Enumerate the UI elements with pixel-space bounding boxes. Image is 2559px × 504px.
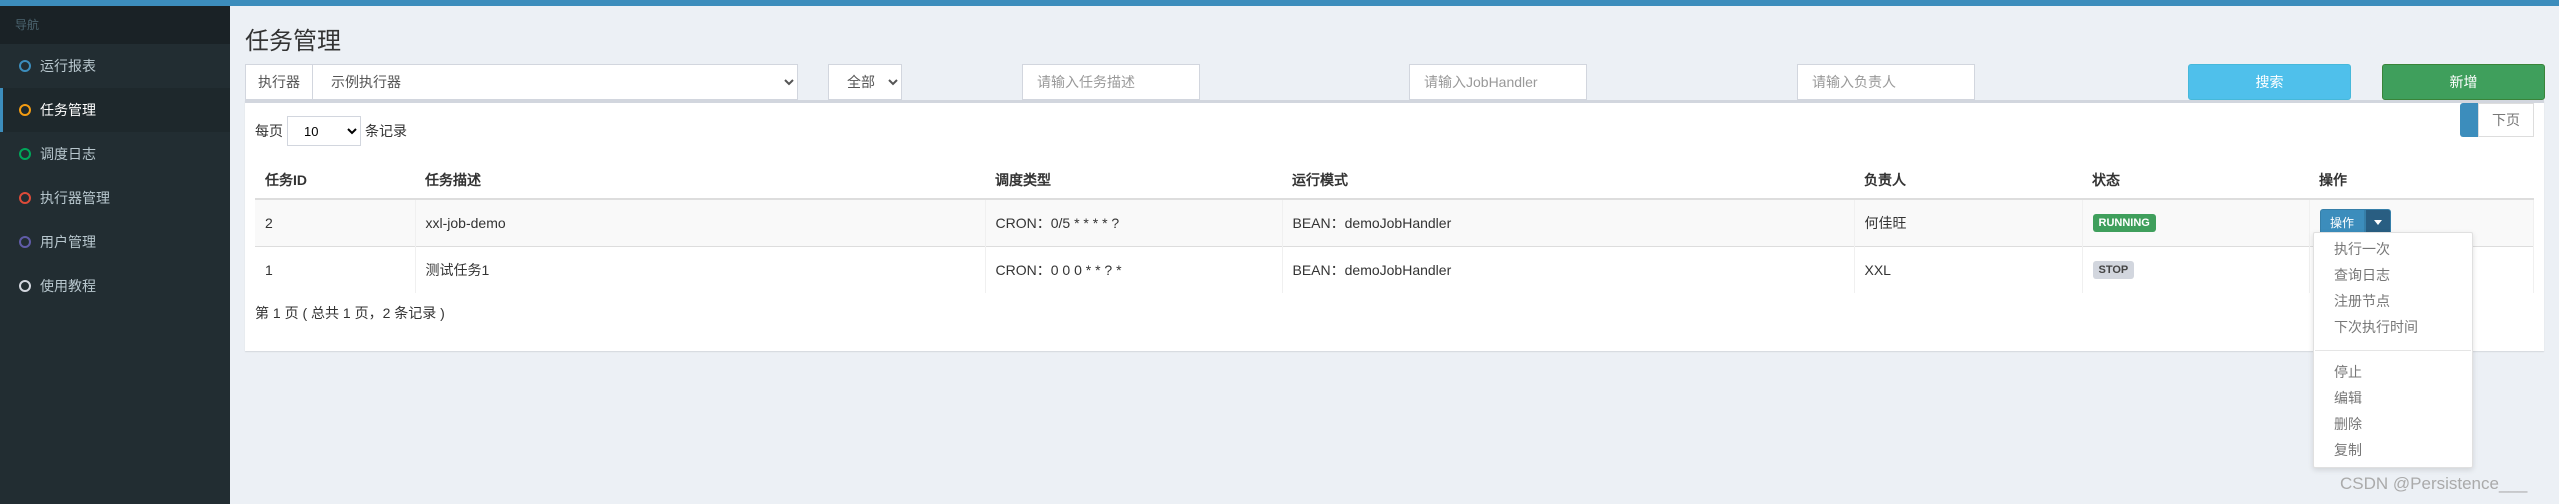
page-title: 任务管理 <box>245 28 341 55</box>
sidebar-item-label: 调度日志 <box>40 146 96 162</box>
add-button[interactable]: 新增 <box>2382 64 2545 100</box>
column-header-mode[interactable]: 运行模式 <box>1282 161 1854 200</box>
menu-item-query-log[interactable]: 查询日志 <box>2334 265 2390 285</box>
pagination-next-button[interactable]: 下页 <box>2478 103 2534 137</box>
sidebar-item-user-manage[interactable]: 用户管理 <box>0 220 230 264</box>
executor-label: 执行器 <box>245 64 313 100</box>
page-length-select[interactable]: 10 <box>287 116 361 146</box>
menu-divider <box>2315 350 2471 351</box>
executor-filter-group: 执行器 示例执行器 <box>245 64 798 100</box>
watermark: CSDN @Persistence___ <box>2340 474 2528 493</box>
circle-icon <box>19 192 31 204</box>
cell-schedule: CRON：0 0 0 * * ? * <box>985 245 1283 293</box>
cell-status: RUNNING <box>2082 198 2310 246</box>
cell-desc: 测试任务1 <box>415 245 986 293</box>
sidebar-item-label: 任务管理 <box>40 102 96 118</box>
sidebar-item-label: 使用教程 <box>40 278 96 294</box>
author-input[interactable] <box>1797 64 1975 100</box>
circle-icon <box>19 104 31 116</box>
sidebar-item-run-report[interactable]: 运行报表 <box>0 44 230 88</box>
main-content: 任务管理 执行器 示例执行器 全部 搜索 新增 每页 10 条记录 任务ID 任… <box>230 6 2559 504</box>
sidebar-item-task-manage[interactable]: 任务管理 <box>0 88 230 132</box>
cell-mode: BEAN：demoJobHandler <box>1282 198 1855 246</box>
sidebar-item-label: 运行报表 <box>40 58 96 74</box>
menu-item-run-once[interactable]: 执行一次 <box>2334 239 2390 259</box>
menu-item-copy[interactable]: 复制 <box>2334 440 2362 460</box>
column-header-schedule[interactable]: 调度类型 <box>985 161 1282 200</box>
job-desc-input[interactable] <box>1022 64 1200 100</box>
menu-item-registry-node[interactable]: 注册节点 <box>2334 291 2390 311</box>
cell-author: 何佳旺 <box>1854 198 2083 246</box>
circle-icon <box>19 60 31 72</box>
cell-status: STOP <box>2082 245 2310 293</box>
circle-icon <box>19 236 31 248</box>
executor-select[interactable]: 示例执行器 <box>313 64 798 100</box>
menu-item-delete[interactable]: 删除 <box>2334 414 2362 434</box>
job-handler-input[interactable] <box>1409 64 1587 100</box>
sidebar-item-schedule-log[interactable]: 调度日志 <box>0 132 230 176</box>
table-row: 1 测试任务1 CRON：0 0 0 * * ? * BEAN：demoJobH… <box>255 245 2534 293</box>
circle-icon <box>19 280 31 292</box>
sidebar-item-tutorial[interactable]: 使用教程 <box>0 264 230 308</box>
menu-item-stop[interactable]: 停止 <box>2334 362 2362 382</box>
cell-mode: BEAN：demoJobHandler <box>1282 245 1855 293</box>
table-header-row: 任务ID 任务描述 调度类型 运行模式 负责人 状态 操作 <box>255 161 2534 200</box>
status-badge: RUNNING <box>2092 214 2156 233</box>
page-length-control: 每页 10 条记录 <box>255 116 407 146</box>
table-info: 第 1 页 ( 总共 1 页，2 条记录 ) <box>255 305 445 321</box>
column-header-operation: 操作 <box>2309 161 2534 200</box>
sidebar-item-label: 用户管理 <box>40 234 96 250</box>
cell-author: XXL <box>1854 245 2083 293</box>
sidebar-item-executor-manage[interactable]: 执行器管理 <box>0 176 230 220</box>
menu-item-next-trigger-time[interactable]: 下次执行时间 <box>2334 317 2418 337</box>
column-header-id[interactable]: 任务ID <box>255 161 415 200</box>
column-header-desc[interactable]: 任务描述 <box>415 161 985 200</box>
status-select[interactable]: 全部 <box>828 64 902 100</box>
sidebar: 导航 运行报表 任务管理 调度日志 执行器管理 用户管理 使用教程 <box>0 6 230 504</box>
job-table-box: 每页 10 条记录 任务ID 任务描述 调度类型 运行模式 负责人 状态 操作 <box>245 100 2544 351</box>
caret-down-icon <box>2373 220 2382 226</box>
column-header-status[interactable]: 状态 <box>2082 161 2309 200</box>
status-badge: STOP <box>2092 261 2135 280</box>
cell-schedule: CRON：0/5 * * * * ? <box>985 198 1283 246</box>
column-header-author[interactable]: 负责人 <box>1854 161 2082 200</box>
cell-id: 2 <box>255 198 416 246</box>
cell-desc: xxl-job-demo <box>415 198 986 246</box>
cell-id: 1 <box>255 245 416 293</box>
sidebar-item-label: 执行器管理 <box>40 190 110 206</box>
page-length-suffix: 条记录 <box>365 123 407 139</box>
pagination-current-page[interactable] <box>2460 103 2478 137</box>
job-table: 任务ID 任务描述 调度类型 运行模式 负责人 状态 操作 2 xxl-job-… <box>255 161 2534 293</box>
table-row: 2 xxl-job-demo CRON：0/5 * * * * ? BEAN：d… <box>255 198 2534 246</box>
page-length-prefix: 每页 <box>255 123 283 139</box>
search-button[interactable]: 搜索 <box>2188 64 2351 100</box>
menu-item-edit[interactable]: 编辑 <box>2334 388 2362 408</box>
sidebar-header: 导航 <box>0 6 230 44</box>
circle-icon <box>19 148 31 160</box>
operation-dropdown-menu: 执行一次 查询日志 注册节点 下次执行时间 停止 编辑 删除 复制 <box>2313 232 2473 468</box>
